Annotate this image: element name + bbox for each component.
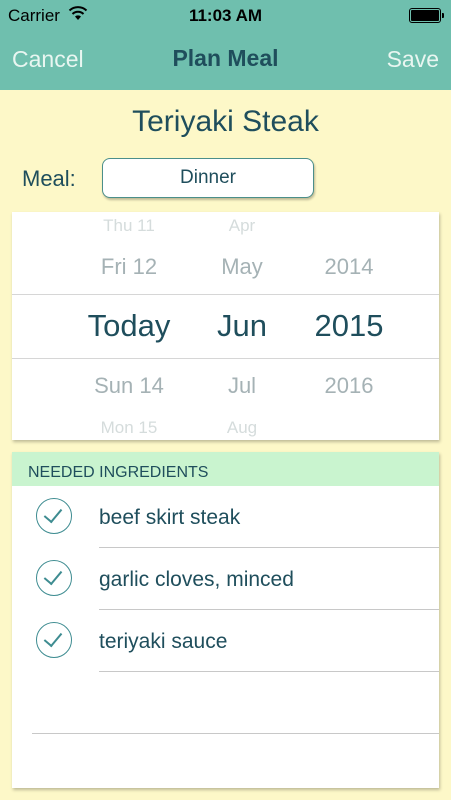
checkmark-icon[interactable] [36, 622, 72, 658]
picker-month-selected[interactable]: Jun [197, 308, 287, 344]
picker-divider-top [12, 294, 439, 295]
ingredients-list: NEEDED INGREDIENTS beef skirt steak garl… [12, 452, 439, 788]
picker-month-below[interactable]: Jul [197, 373, 287, 399]
picker-day-selected[interactable]: Today [64, 308, 194, 344]
picker-year-selected[interactable]: 2015 [299, 308, 399, 344]
ingredient-label: beef skirt steak [99, 506, 241, 529]
row-divider [99, 671, 439, 672]
picker-day-far-above[interactable]: Thu 11 [74, 216, 184, 236]
navigation-bar: Cancel Plan Meal Save [0, 30, 451, 90]
picker-divider-bottom [12, 358, 439, 359]
picker-year-above[interactable]: 2014 [299, 254, 399, 280]
ingredient-row[interactable]: beef skirt steak [12, 486, 439, 548]
ingredient-label: garlic cloves, minced [99, 568, 294, 591]
date-picker[interactable]: Thu 11 Apr Fri 12 May 2014 Today Jun 201… [12, 212, 439, 440]
picker-day-below[interactable]: Sun 14 [74, 373, 184, 399]
picker-month-above[interactable]: May [197, 254, 287, 280]
row-divider [32, 733, 439, 734]
ingredient-row[interactable]: teriyaki sauce [12, 610, 439, 672]
status-time: 11:03 AM [188, 6, 263, 25]
status-bar: Carrier 11:03 AM [0, 0, 451, 30]
battery-icon [409, 8, 444, 23]
picker-month-far-above[interactable]: Apr [197, 216, 287, 236]
ingredients-header-label: NEEDED INGREDIENTS [28, 464, 209, 481]
picker-month-far-below[interactable]: Aug [197, 418, 287, 438]
meal-label: Meal: [22, 166, 76, 191]
picker-day-far-below[interactable]: Mon 15 [74, 418, 184, 438]
ingredients-header: NEEDED INGREDIENTS [12, 452, 439, 486]
recipe-title: Teriyaki Steak [132, 105, 319, 138]
save-button[interactable]: Save [387, 46, 439, 73]
picker-year-below[interactable]: 2016 [299, 373, 399, 399]
picker-day-above[interactable]: Fri 12 [74, 254, 184, 280]
checkmark-icon[interactable] [36, 560, 72, 596]
nav-title: Plan Meal [172, 45, 279, 71]
meal-select-button[interactable]: Dinner [102, 158, 314, 198]
ingredient-row[interactable]: garlic cloves, minced [12, 548, 439, 610]
ingredient-label: teriyaki sauce [99, 630, 228, 653]
checkmark-icon[interactable] [36, 498, 72, 534]
